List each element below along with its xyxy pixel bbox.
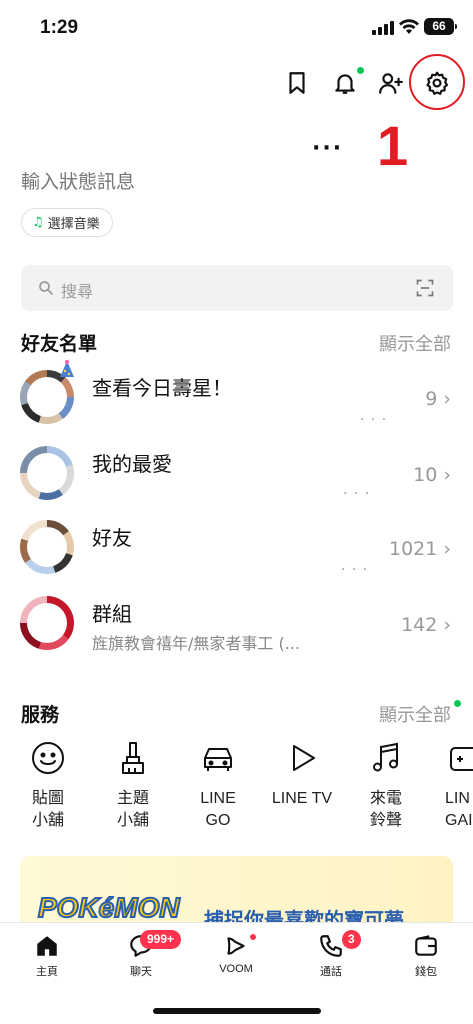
home-indicator xyxy=(153,1008,321,1014)
friend-row-label: 我的最愛 xyxy=(92,452,172,476)
loading-dots: · · · xyxy=(360,412,388,428)
wallet-icon xyxy=(415,935,437,956)
service-ringtones[interactable]: 來電 鈴聲 xyxy=(346,740,426,832)
friend-list-title: 好友名單 xyxy=(21,333,98,355)
new-dot xyxy=(454,700,461,707)
banner-brand: POKéMON xyxy=(37,891,181,924)
car-icon xyxy=(204,748,232,771)
service-label: LIN GAI xyxy=(445,790,473,829)
notification-dot xyxy=(357,67,364,74)
settings-highlight-circle xyxy=(409,54,465,110)
promo-banner[interactable]: POKéMON 捕捉你最喜歡的寶可夢 xyxy=(20,856,453,926)
friend-row-count: 142 › xyxy=(401,614,451,636)
tab-label: 聊天 xyxy=(130,966,152,978)
status-bar: 1:29 66 xyxy=(0,0,473,52)
brush-icon xyxy=(122,742,144,774)
service-line-tv[interactable]: LINE TV xyxy=(262,740,342,810)
select-music-label: 選擇音樂 xyxy=(47,217,100,232)
friend-row-subtitle: 旌旗教會禧年/無家者事工 (... xyxy=(92,634,300,653)
services-row: 貼圖 小舖 主題 小舖 LINE GO LINE TV 來電 鈴聲 LIN GA… xyxy=(0,740,473,840)
party-hat-icon xyxy=(60,360,74,377)
service-label: 來電 鈴聲 xyxy=(369,790,402,829)
tab-label: 主頁 xyxy=(36,966,58,978)
service-label: LINE TV xyxy=(271,790,333,807)
avatar xyxy=(20,520,74,574)
friend-row-label: 好友 xyxy=(92,526,132,550)
add-friend-icon[interactable] xyxy=(374,66,408,100)
services-show-all-link[interactable]: 顯示全部 xyxy=(379,701,451,727)
friend-row-friends[interactable]: 好友 1021 › · · · xyxy=(0,520,473,590)
loading-dots: · · · xyxy=(341,562,369,578)
loading-dots: · · · xyxy=(343,486,371,502)
friend-list-show-all-link[interactable]: 顯示全部 xyxy=(379,330,451,356)
friend-row-groups[interactable]: 群組 旌旗教會禧年/無家者事工 (... 142 › xyxy=(0,596,473,666)
service-line-go[interactable]: LINE GO xyxy=(178,740,258,832)
wifi-icon xyxy=(399,19,419,34)
voom-new-dot xyxy=(250,934,256,940)
service-theme-shop[interactable]: 主題 小舖 xyxy=(93,740,173,832)
service-label: 主題 小舖 xyxy=(116,790,149,829)
service-line-games[interactable]: LIN GAI xyxy=(425,740,473,832)
home-icon xyxy=(37,936,57,956)
tab-label: VOOM xyxy=(219,963,253,975)
music-note-icon: ♫ xyxy=(32,215,44,230)
service-label: 貼圖 小舖 xyxy=(31,790,64,829)
service-sticker-shop[interactable]: 貼圖 小舖 xyxy=(8,740,88,832)
play-icon xyxy=(293,745,315,771)
friend-row-count: 10 › xyxy=(413,464,451,486)
chat-unread-badge: 999+ xyxy=(140,930,182,949)
search-placeholder: 搜尋 xyxy=(61,282,94,301)
cellular-signal-icon xyxy=(372,21,394,35)
tab-wallet[interactable]: 錢包 xyxy=(391,933,461,979)
search-icon xyxy=(39,281,53,295)
friend-row-label: 群組 xyxy=(92,602,132,626)
step-number-annotation: 1 xyxy=(377,114,409,177)
status-time: 1:29 xyxy=(40,17,79,38)
search-bar[interactable]: 搜尋 xyxy=(21,265,453,311)
services-title: 服務 xyxy=(21,704,60,726)
avatar xyxy=(20,446,74,500)
more-options-icon[interactable]: ··· xyxy=(312,136,343,161)
friend-row-birthdays[interactable]: 查看今日壽星！ 9 › · · · xyxy=(0,360,473,440)
battery-indicator: 66 xyxy=(424,18,457,35)
avatar xyxy=(20,370,74,424)
bookmark-icon[interactable] xyxy=(280,66,314,100)
game-icon xyxy=(450,747,473,771)
tab-home[interactable]: 主頁 xyxy=(12,933,82,979)
music-note-icon xyxy=(373,742,398,772)
status-message-input[interactable]: 輸入狀態訊息 xyxy=(21,167,135,194)
qr-scan-icon[interactable] xyxy=(415,278,435,298)
voom-icon xyxy=(227,937,245,955)
tab-label: 錢包 xyxy=(415,966,437,978)
call-unread-badge: 3 xyxy=(342,930,361,949)
phone-icon xyxy=(320,935,342,957)
friend-row-count: 9 › xyxy=(425,388,451,410)
friend-row-favorites[interactable]: 我的最愛 10 › · · · xyxy=(0,446,473,516)
select-music-button[interactable]: ♫ 選擇音樂 xyxy=(21,208,113,237)
smiley-icon xyxy=(32,742,64,774)
tab-label: 通話 xyxy=(320,966,342,978)
friend-row-count: 1021 › xyxy=(389,538,451,560)
avatar xyxy=(20,596,74,650)
tab-voom[interactable]: VOOM xyxy=(201,933,271,975)
friend-row-label: 查看今日壽星！ xyxy=(92,376,232,400)
service-label: LINE GO xyxy=(200,790,236,829)
